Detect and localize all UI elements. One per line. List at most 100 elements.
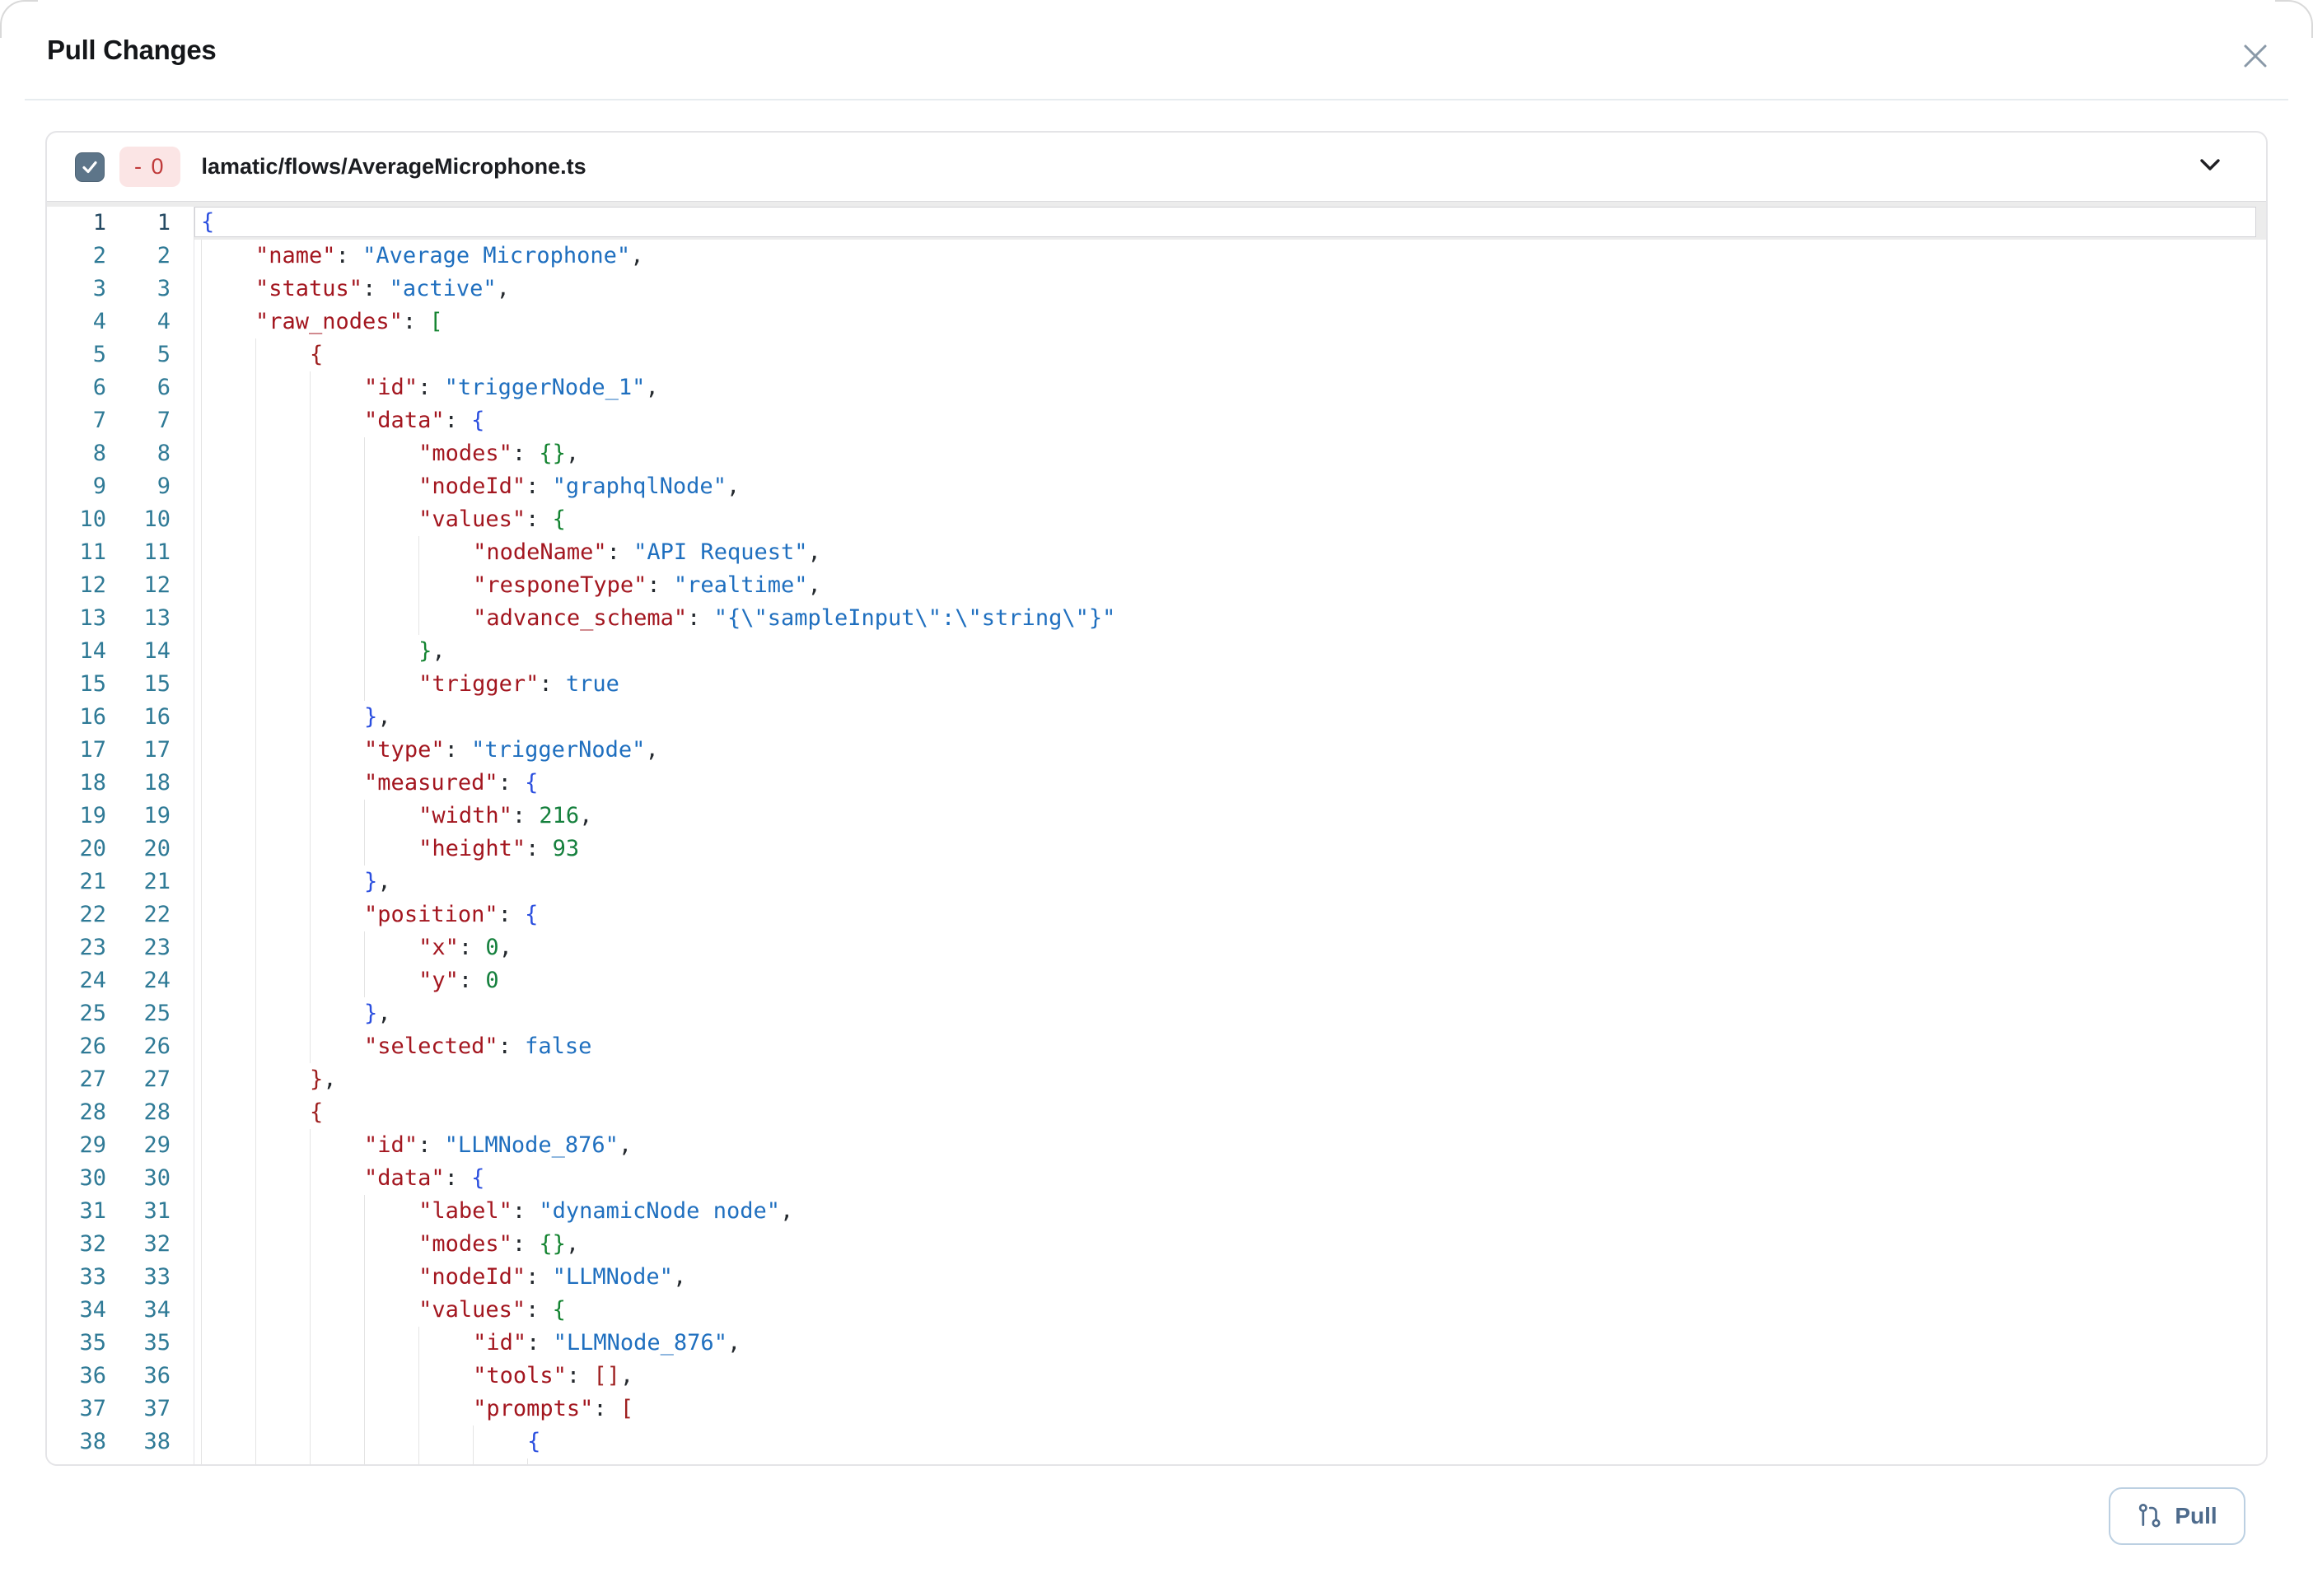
code-line-content: "status": "active",: [194, 273, 2266, 306]
code-token: 0: [485, 964, 498, 997]
code-line[interactable]: 2525},: [47, 997, 2266, 1030]
code-line[interactable]: 3434"values": {: [47, 1294, 2266, 1327]
code-line[interactable]: 2323"x": 0,: [47, 931, 2266, 964]
code-token: :: [647, 569, 674, 602]
code-line[interactable]: 1212"responeType": "realtime",: [47, 569, 2266, 602]
code-line[interactable]: 1414},: [47, 635, 2266, 668]
code-token: :: [459, 931, 486, 964]
code-token: "id": [364, 1129, 418, 1162]
code-line-zone: "height": 93: [194, 833, 2266, 866]
indent-guide: [201, 701, 255, 734]
indent-guide: [201, 1426, 255, 1458]
code-line[interactable]: 3333"nodeId": "LLMNode",: [47, 1261, 2266, 1294]
code-line[interactable]: 3737"prompts": [: [47, 1393, 2266, 1426]
code-line[interactable]: 3939"id": "187c2f4b-c23d-4545-abef-73dc8…: [47, 1458, 2266, 1466]
indent-guide: [201, 273, 255, 306]
code-line[interactable]: 3030"data": {: [47, 1162, 2266, 1195]
old-line-number: 28: [47, 1096, 106, 1129]
old-line-number: 21: [47, 866, 106, 898]
indent-guide: [310, 1195, 364, 1228]
code-line[interactable]: 1919"width": 216,: [47, 800, 2266, 833]
code-line[interactable]: 44"raw_nodes": [: [47, 306, 2266, 338]
code-line[interactable]: 1313"advance_schema": "{\"sampleInput\":…: [47, 602, 2266, 635]
old-line-number: 34: [47, 1294, 106, 1327]
code-line[interactable]: 2424"y": 0: [47, 964, 2266, 997]
code-line[interactable]: 99"nodeId": "graphqlNode",: [47, 470, 2266, 503]
code-token: ,: [807, 569, 820, 602]
code-line[interactable]: 2222"position": {: [47, 898, 2266, 931]
code-token: :: [567, 1360, 594, 1393]
indent-guide: [310, 1458, 364, 1466]
code-token: }: [364, 866, 377, 898]
indent-guide: [255, 997, 310, 1030]
old-line-number: 14: [47, 635, 106, 668]
code-line[interactable]: 66"id": "triggerNode_1",: [47, 371, 2266, 404]
indent-guide: [310, 1327, 364, 1360]
indent-guide: [201, 1458, 255, 1466]
indent-guide: [364, 1228, 418, 1261]
code-line[interactable]: 3636"tools": [],: [47, 1360, 2266, 1393]
indent-guide: [255, 569, 310, 602]
code-line[interactable]: 2121},: [47, 866, 2266, 898]
code-line[interactable]: 2020"height": 93: [47, 833, 2266, 866]
indent-guide: [364, 602, 418, 635]
code-token: :: [445, 404, 472, 437]
code-line-zone: "status": "active",: [194, 273, 2266, 306]
code-line-content: "id": "187c2f4b-c23d-4545-abef-73dc897d6…: [194, 1458, 2266, 1466]
new-line-number: 20: [106, 833, 171, 866]
indent-guide: [473, 1458, 527, 1466]
code-token: :: [512, 1195, 540, 1228]
code-line[interactable]: 1010"values": {: [47, 503, 2266, 536]
old-line-number: 25: [47, 997, 106, 1030]
new-line-number: 19: [106, 800, 171, 833]
indent-guide: [255, 767, 310, 800]
code-line[interactable]: 2626"selected": false: [47, 1030, 2266, 1063]
old-line-number: 9: [47, 470, 106, 503]
code-line[interactable]: 1616},: [47, 701, 2266, 734]
code-token: :: [459, 964, 486, 997]
code-line[interactable]: 2929"id": "LLMNode_876",: [47, 1129, 2266, 1162]
new-line-number: 28: [106, 1096, 171, 1129]
indent-guide: [364, 1195, 418, 1228]
code-line[interactable]: 33"status": "active",: [47, 273, 2266, 306]
code-line[interactable]: 1515"trigger": true: [47, 668, 2266, 701]
code-line-zone: "position": {: [194, 898, 2266, 931]
code-line[interactable]: 11{: [47, 207, 2266, 240]
gutter-separator: [171, 1261, 194, 1294]
code-token: ,: [377, 997, 390, 1030]
code-line[interactable]: 22"name": "Average Microphone",: [47, 240, 2266, 273]
code-token: :: [526, 833, 553, 866]
code-line[interactable]: 1717"type": "triggerNode",: [47, 734, 2266, 767]
code-line-content: "id": "LLMNode_876",: [194, 1327, 2266, 1360]
pull-button[interactable]: Pull: [2109, 1487, 2245, 1545]
code-line-content: "id": "triggerNode_1",: [194, 371, 2266, 404]
code-line-zone: "name": "Average Microphone",: [194, 240, 2266, 273]
code-line[interactable]: 1111"nodeName": "API Request",: [47, 536, 2266, 569]
code-line[interactable]: 77"data": {: [47, 404, 2266, 437]
collapse-button[interactable]: [2197, 157, 2223, 176]
code-line[interactable]: 3232"modes": {},: [47, 1228, 2266, 1261]
code-line[interactable]: 3131"label": "dynamicNode node",: [47, 1195, 2266, 1228]
indent-guide: [310, 1393, 364, 1426]
code-line-content: "advance_schema": "{\"sampleInput\":\"st…: [194, 602, 2266, 635]
code-line-content: "nodeId": "LLMNode",: [194, 1261, 2266, 1294]
code-line[interactable]: 2828{: [47, 1096, 2266, 1129]
code-line[interactable]: 3838{: [47, 1426, 2266, 1458]
file-header-row[interactable]: - 0 lamatic/flows/AverageMicrophone.ts: [47, 133, 2266, 202]
indent-guide: [310, 866, 364, 898]
code-line[interactable]: 1818"measured": {: [47, 767, 2266, 800]
code-line-zone: "values": {: [194, 1294, 2266, 1327]
code-token: ,: [620, 1360, 633, 1393]
code-line[interactable]: 55{: [47, 338, 2266, 371]
code-line[interactable]: 3535"id": "LLMNode_876",: [47, 1327, 2266, 1360]
close-button[interactable]: [2241, 41, 2270, 71]
indent-guide: [255, 1393, 310, 1426]
indent-guide: [255, 338, 310, 371]
code-line[interactable]: 2727},: [47, 1063, 2266, 1096]
code-line-content: "position": {: [194, 898, 2266, 931]
gutter-separator: [171, 1327, 194, 1360]
file-checkbox[interactable]: [75, 152, 105, 182]
code-token: }: [418, 635, 432, 668]
indent-guide: [201, 997, 255, 1030]
code-line[interactable]: 88"modes": {},: [47, 437, 2266, 470]
